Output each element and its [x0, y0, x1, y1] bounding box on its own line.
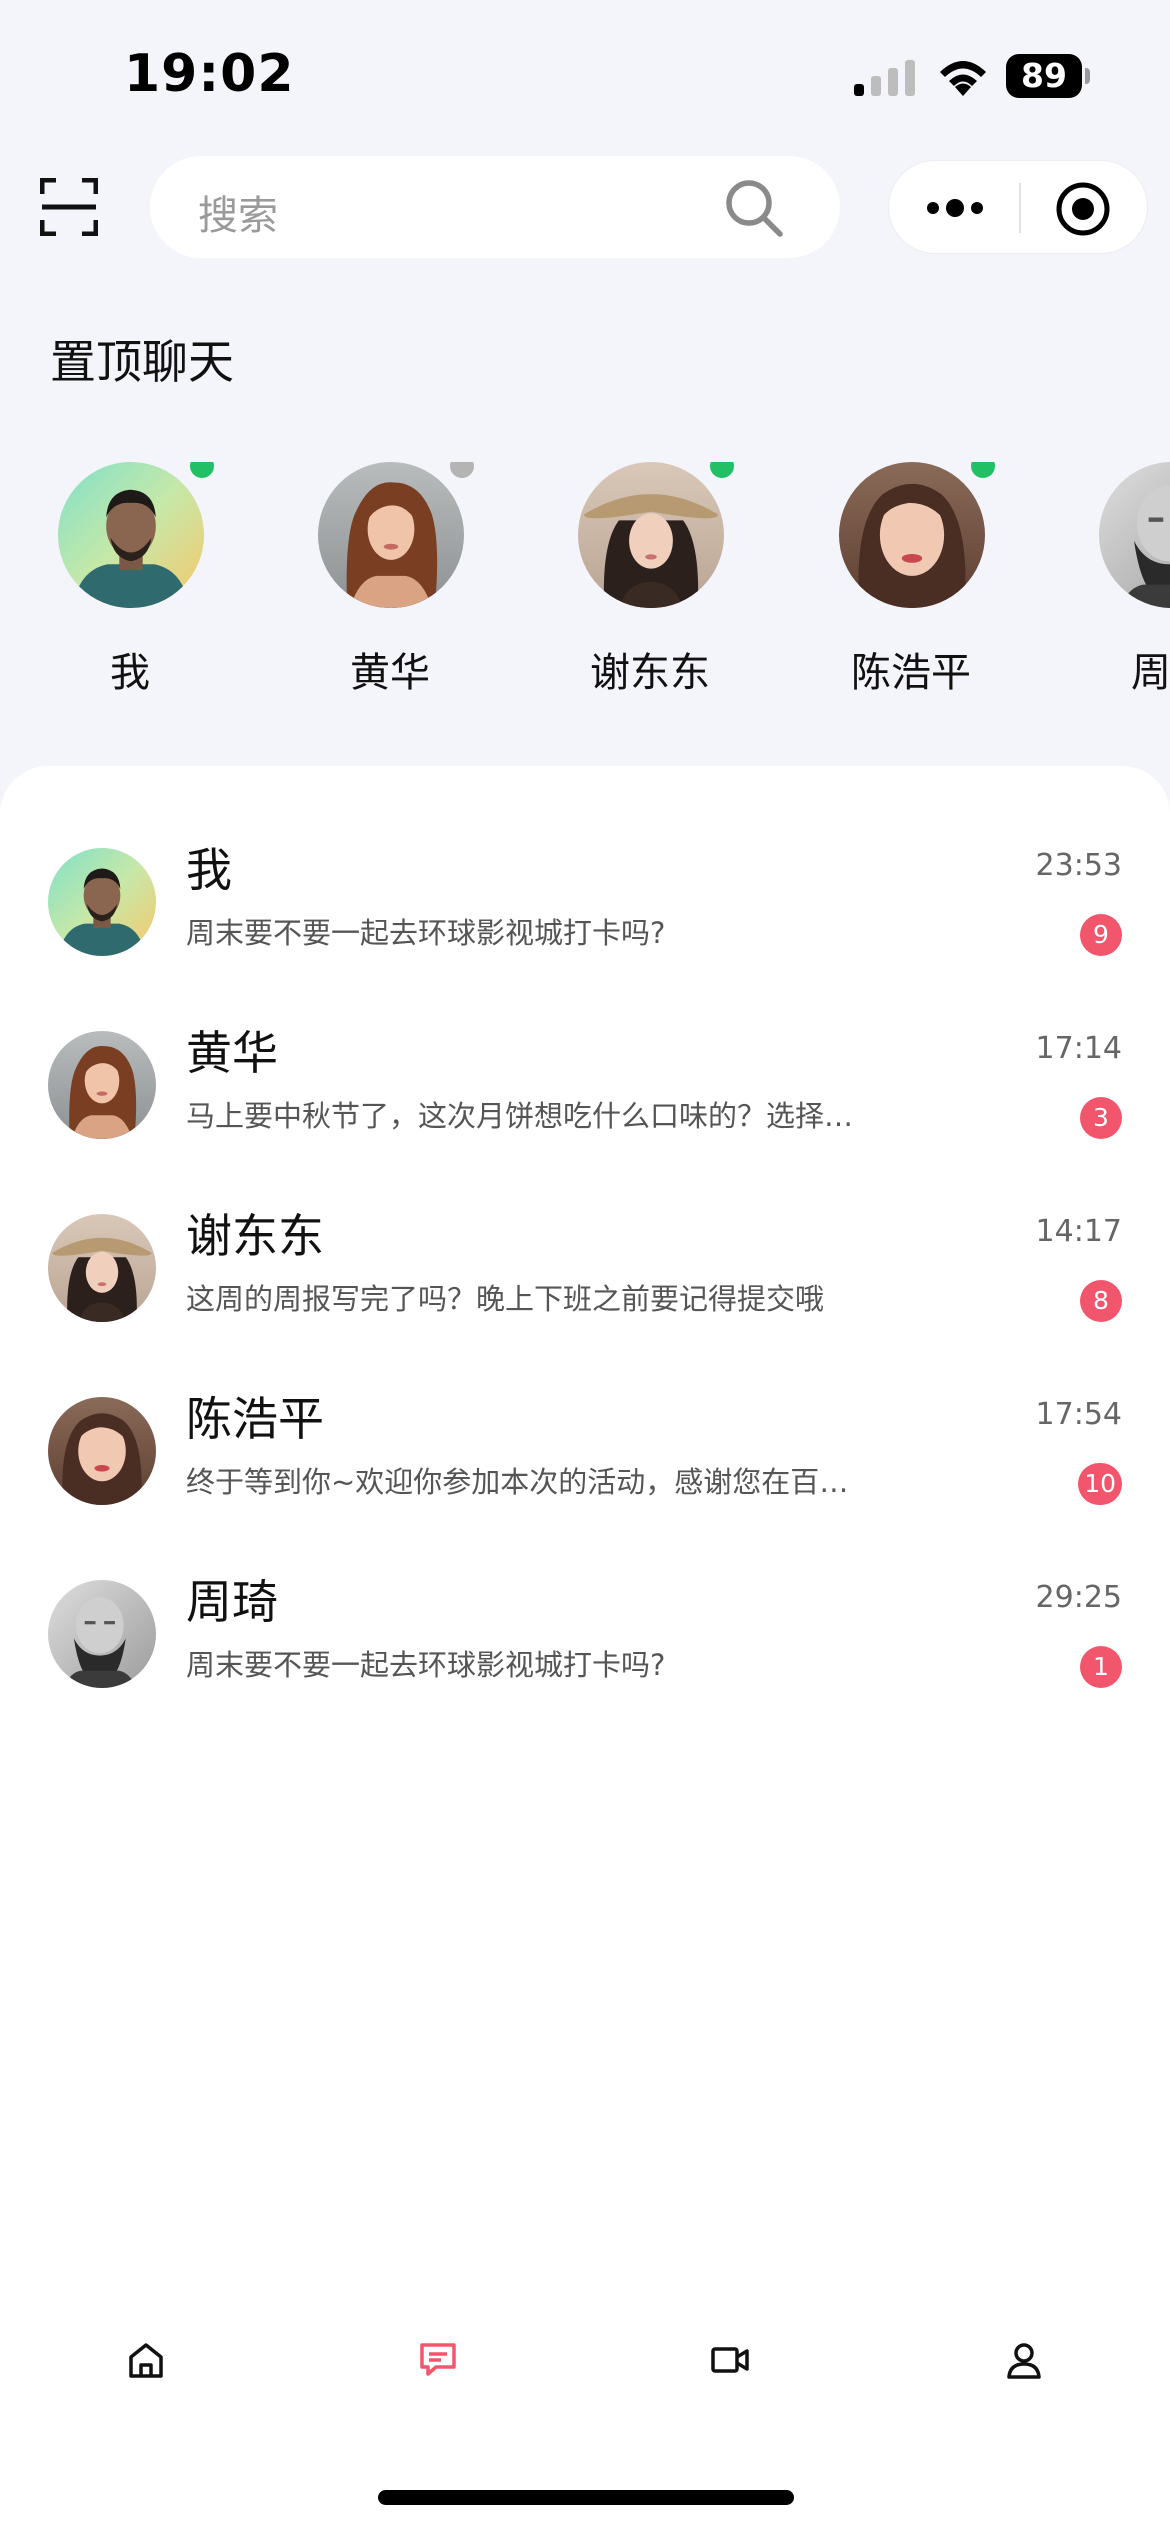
scan-icon[interactable]	[40, 178, 98, 236]
chat-name: 谢东东	[186, 1209, 324, 1263]
pinned-item-name: 黄华	[350, 650, 430, 696]
wifi-icon	[940, 61, 986, 96]
unread-badge: 1	[1080, 1646, 1122, 1688]
chat-preview: 周末要不要一起去环球影视城打卡吗?	[186, 916, 666, 950]
online-status-dot	[710, 462, 734, 478]
pinned-item[interactable]: 陈浩平	[781, 462, 1041, 702]
online-status-dot	[971, 462, 995, 478]
avatar	[318, 462, 464, 608]
pinned-section-title: 置顶聊天	[50, 335, 234, 389]
chat-name: 我	[186, 843, 232, 897]
chat-name: 黄华	[186, 1026, 278, 1080]
tab-home[interactable]	[106, 2320, 186, 2400]
avatar	[48, 1031, 156, 1139]
chat-list: 我 周末要不要一起去环球影视城打卡吗? 23:53 9 黄华 马上要中秋节了，这…	[0, 766, 1170, 2532]
online-status-dot	[190, 462, 214, 478]
mini-program-capsule	[888, 160, 1148, 254]
chat-time: 14:17	[1035, 1214, 1122, 1249]
chat-list-item[interactable]: 我 周末要不要一起去环球影视城打卡吗? 23:53 9	[0, 843, 1170, 1031]
chat-list-item[interactable]: 陈浩平 终于等到你~欢迎你参加本次的活动，感谢您在百忙之中抽空参加 17:54 …	[0, 1392, 1170, 1580]
chat-list-item[interactable]: 谢东东 这周的周报写完了吗？晚上下班之前要记得提交哦 14:17 8	[0, 1209, 1170, 1397]
chat-preview: 马上要中秋节了，这次月饼想吃什么口味的？选择困难症又犯了	[186, 1099, 876, 1133]
battery-tip	[1085, 68, 1090, 84]
avatar	[48, 1580, 156, 1688]
pinned-item[interactable]: 我	[0, 462, 260, 702]
chat-time: 23:53	[1035, 848, 1122, 883]
chat-time: 17:54	[1035, 1397, 1122, 1432]
chat-list-item[interactable]: 周琦 周末要不要一起去环球影视城打卡吗? 29:25 1	[0, 1575, 1170, 1763]
chat-time: 29:25	[1035, 1580, 1122, 1615]
avatar	[58, 462, 204, 608]
unread-badge: 9	[1080, 914, 1122, 956]
tab-profile[interactable]	[984, 2320, 1064, 2400]
chat-time: 17:14	[1035, 1031, 1122, 1066]
pinned-item-name: 周	[1131, 650, 1170, 696]
capsule-divider	[1019, 183, 1021, 233]
pinned-item[interactable]: 黄华	[260, 462, 520, 702]
chat-icon	[420, 2343, 456, 2376]
chat-preview: 周末要不要一起去环球影视城打卡吗?	[186, 1648, 666, 1682]
avatar	[48, 1397, 156, 1505]
search-input[interactable]: 搜索	[150, 156, 840, 258]
chat-preview: 这周的周报写完了吗？晚上下班之前要记得提交哦	[186, 1282, 825, 1316]
pinned-item[interactable]: 谢东东	[520, 462, 780, 702]
pinned-item-name: 谢东东	[590, 650, 710, 696]
status-bar: 19:02 89	[0, 0, 1170, 150]
pinned-item[interactable]: 周	[1041, 462, 1170, 702]
home-indicator	[378, 2490, 794, 2505]
search-placeholder: 搜索	[198, 193, 278, 239]
status-time: 19:02	[124, 44, 295, 104]
user-icon	[1007, 2343, 1041, 2379]
offline-status-dot	[450, 462, 474, 478]
tab-video[interactable]	[690, 2320, 770, 2400]
home-icon	[129, 2343, 163, 2378]
chat-preview: 终于等到你~欢迎你参加本次的活动，感谢您在百忙之中抽空参加	[186, 1465, 876, 1499]
tab-chat[interactable]	[398, 2320, 478, 2400]
unread-badge: 10	[1078, 1463, 1122, 1505]
avatar	[578, 462, 724, 608]
pinned-chats-row: 我 黄华 谢东东 陈浩平 周	[0, 462, 1170, 702]
close-mini-program-icon[interactable]	[1055, 181, 1111, 237]
battery-icon: 89	[1006, 54, 1090, 98]
pinned-item-name: 我	[110, 650, 150, 696]
chat-name: 陈浩平	[186, 1392, 324, 1446]
video-icon	[711, 2347, 749, 2373]
unread-badge: 3	[1080, 1097, 1122, 1139]
search-icon[interactable]	[722, 176, 786, 240]
avatar	[48, 848, 156, 956]
more-icon[interactable]	[925, 189, 985, 227]
cellular-signal-icon	[854, 60, 915, 96]
bottom-tab-bar	[0, 2320, 1170, 2400]
battery-level: 89	[1006, 54, 1082, 98]
chat-name: 周琦	[186, 1575, 278, 1629]
avatar	[48, 1214, 156, 1322]
pinned-item-name: 陈浩平	[851, 650, 971, 696]
chat-list-item[interactable]: 黄华 马上要中秋节了，这次月饼想吃什么口味的？选择困难症又犯了 17:14 3	[0, 1026, 1170, 1214]
unread-badge: 8	[1080, 1280, 1122, 1322]
avatar	[839, 462, 985, 608]
avatar	[1099, 462, 1170, 608]
